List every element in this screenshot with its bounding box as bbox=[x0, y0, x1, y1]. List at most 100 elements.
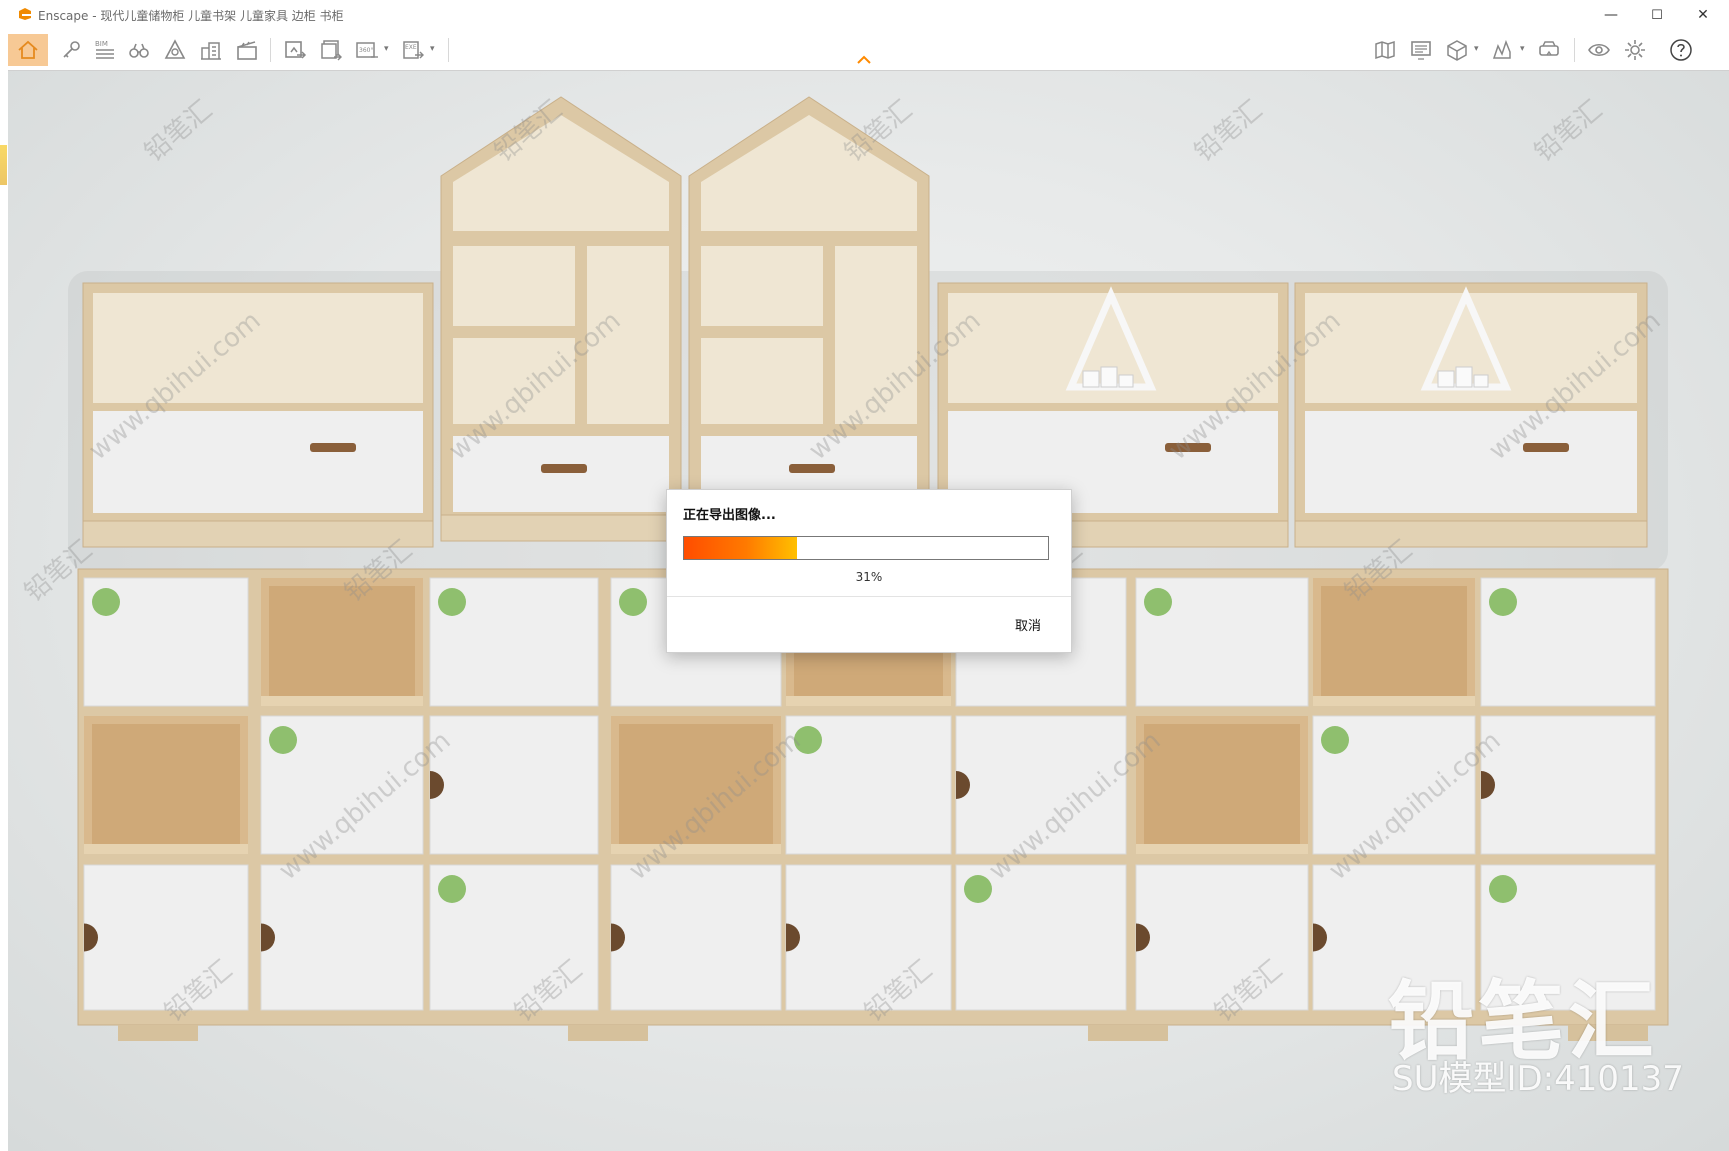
house-shelf-right-shelf-cell bbox=[701, 246, 823, 326]
map-button[interactable] bbox=[1368, 34, 1402, 66]
binoculars-button[interactable] bbox=[122, 34, 156, 66]
chart-icon bbox=[1492, 39, 1511, 59]
home-icon bbox=[18, 40, 38, 59]
asset-library-button[interactable] bbox=[158, 34, 192, 66]
house-shelf-right-shelf-cell bbox=[701, 338, 823, 424]
cube-dropdown-chevron-icon[interactable]: ▾ bbox=[1474, 44, 1479, 54]
bim-button[interactable]: BIM bbox=[88, 34, 122, 66]
window-title: Enscape - 现代儿童储物柜 儿童书架 儿童家具 边柜 书柜 bbox=[38, 9, 344, 23]
house-shelf-left-shelf-cell bbox=[587, 246, 669, 424]
export-screenshot-button[interactable] bbox=[278, 34, 312, 66]
cubby-bottom bbox=[1136, 844, 1308, 854]
house-shelf-left-shelf-cell bbox=[453, 338, 575, 424]
cubby-bottom bbox=[84, 844, 248, 854]
render-viewport[interactable]: 铅笔汇 铅笔汇 铅笔汇 铅笔汇 铅笔汇 www.qbihui.com www.q… bbox=[8, 71, 1729, 1151]
monitor-button[interactable] bbox=[1404, 34, 1438, 66]
link-button[interactable] bbox=[54, 34, 88, 66]
vr-headset-icon bbox=[1539, 41, 1559, 56]
toolbar-separator bbox=[270, 38, 271, 62]
buildings-icon bbox=[201, 42, 221, 60]
home-button[interactable] bbox=[8, 34, 48, 66]
eye-button[interactable] bbox=[1582, 34, 1616, 66]
close-button[interactable]: ✕ bbox=[1680, 0, 1726, 30]
svg-text:360°: 360° bbox=[359, 47, 373, 54]
buildings-button[interactable] bbox=[194, 34, 228, 66]
bim-list-icon: BIM bbox=[95, 40, 114, 59]
door-knob bbox=[438, 588, 466, 616]
left-cabinet-plinth bbox=[82, 520, 434, 548]
cubby-back-panel bbox=[1144, 724, 1300, 846]
link-icon bbox=[63, 41, 80, 58]
right-cabinet-a-toy-block bbox=[1118, 374, 1134, 388]
door-knob bbox=[269, 726, 297, 754]
dialog-title: 正在导出图像... bbox=[683, 508, 776, 523]
enscape-window: Enscape - 现代儿童储物柜 儿童书架 儿童家具 边柜 书柜 — ☐ ✕ … bbox=[8, 0, 1729, 1151]
panorama-button[interactable]: 360° bbox=[350, 34, 384, 66]
collapse-toolbar-chevron-up-icon[interactable] bbox=[856, 53, 872, 65]
locker-door bbox=[1480, 715, 1656, 855]
progress-percent: 31% bbox=[855, 570, 883, 584]
cabinet-foot bbox=[1088, 1025, 1168, 1041]
cabinet-foot bbox=[568, 1025, 648, 1041]
cubby-bottom bbox=[611, 844, 781, 854]
map-icon bbox=[1375, 40, 1395, 60]
cancel-button[interactable]: 取消 bbox=[1015, 615, 1041, 634]
cabinet-foot bbox=[118, 1025, 198, 1041]
video-editor-icon bbox=[237, 41, 257, 60]
locker-door bbox=[83, 864, 249, 1011]
exe-dropdown-chevron-icon[interactable]: ▾ bbox=[430, 44, 435, 54]
svg-text:EXE: EXE bbox=[405, 44, 417, 51]
locker-door bbox=[429, 715, 599, 855]
locker-door bbox=[1135, 864, 1309, 1011]
door-knob bbox=[92, 588, 120, 616]
brand-model-id: SU模型ID:410137 bbox=[1392, 1059, 1684, 1099]
brand-watermark: 铅笔汇 SU模型ID:410137 bbox=[1388, 951, 1718, 1101]
right-cabinet-b-toy-block bbox=[1455, 366, 1473, 388]
chart-dropdown-chevron-icon[interactable]: ▾ bbox=[1520, 44, 1525, 54]
locker-door bbox=[785, 864, 952, 1011]
left-cabinet-drawer bbox=[93, 411, 423, 513]
progress-fill bbox=[684, 537, 797, 559]
asset-library-icon bbox=[164, 39, 186, 59]
export-progress-bar bbox=[683, 536, 1049, 560]
door-knob bbox=[438, 875, 466, 903]
export-progress-dialog: 正在导出图像... 31% 取消 bbox=[666, 489, 1072, 653]
export-exe-button[interactable]: EXE bbox=[396, 34, 430, 66]
house-shelf-left-drawer-handle bbox=[541, 464, 587, 473]
minimize-button[interactable]: — bbox=[1588, 0, 1634, 30]
house-shelf-left-plinth bbox=[440, 514, 682, 542]
right-cabinet-b-toy-block bbox=[1437, 370, 1455, 388]
panorama-dropdown-chevron-icon[interactable]: ▾ bbox=[384, 44, 389, 54]
video-editor-button[interactable] bbox=[230, 34, 264, 66]
batch-render-button[interactable] bbox=[314, 34, 348, 66]
maximize-button[interactable]: ☐ bbox=[1634, 0, 1680, 30]
right-cabinet-a-toy-block bbox=[1100, 366, 1118, 388]
cubby-back-panel bbox=[92, 724, 240, 846]
right-cabinet-b-drawer-handle bbox=[1523, 443, 1569, 452]
door-knob bbox=[1489, 588, 1517, 616]
help-icon bbox=[1670, 39, 1692, 61]
right-cabinet-b-drawer bbox=[1305, 411, 1637, 513]
panorama-icon: 360° bbox=[356, 42, 378, 58]
house-shelf-right-drawer-handle bbox=[789, 464, 835, 473]
locker-door bbox=[955, 715, 1127, 855]
export-screenshot-icon bbox=[285, 41, 307, 59]
right-cabinet-b-toy-block bbox=[1473, 374, 1489, 388]
cubby-back-panel bbox=[269, 586, 415, 698]
vr-headset-button[interactable] bbox=[1532, 34, 1566, 66]
left-cabinet-open-shelf bbox=[93, 293, 423, 403]
cube-button[interactable] bbox=[1440, 34, 1474, 66]
settings-button[interactable] bbox=[1618, 34, 1652, 66]
door-knob bbox=[964, 875, 992, 903]
help-button[interactable] bbox=[1664, 34, 1698, 66]
cubby-back-panel bbox=[1321, 586, 1467, 698]
gear-icon bbox=[1625, 40, 1645, 60]
house-shelf-left-roof-compartment bbox=[453, 115, 669, 231]
binoculars-icon bbox=[129, 43, 149, 58]
svg-text:BIM: BIM bbox=[95, 40, 108, 48]
door-knob bbox=[619, 588, 647, 616]
locker-door bbox=[260, 864, 424, 1011]
enscape-logo-icon bbox=[19, 8, 31, 20]
chart-button[interactable] bbox=[1486, 34, 1520, 66]
monitor-icon bbox=[1411, 41, 1431, 60]
